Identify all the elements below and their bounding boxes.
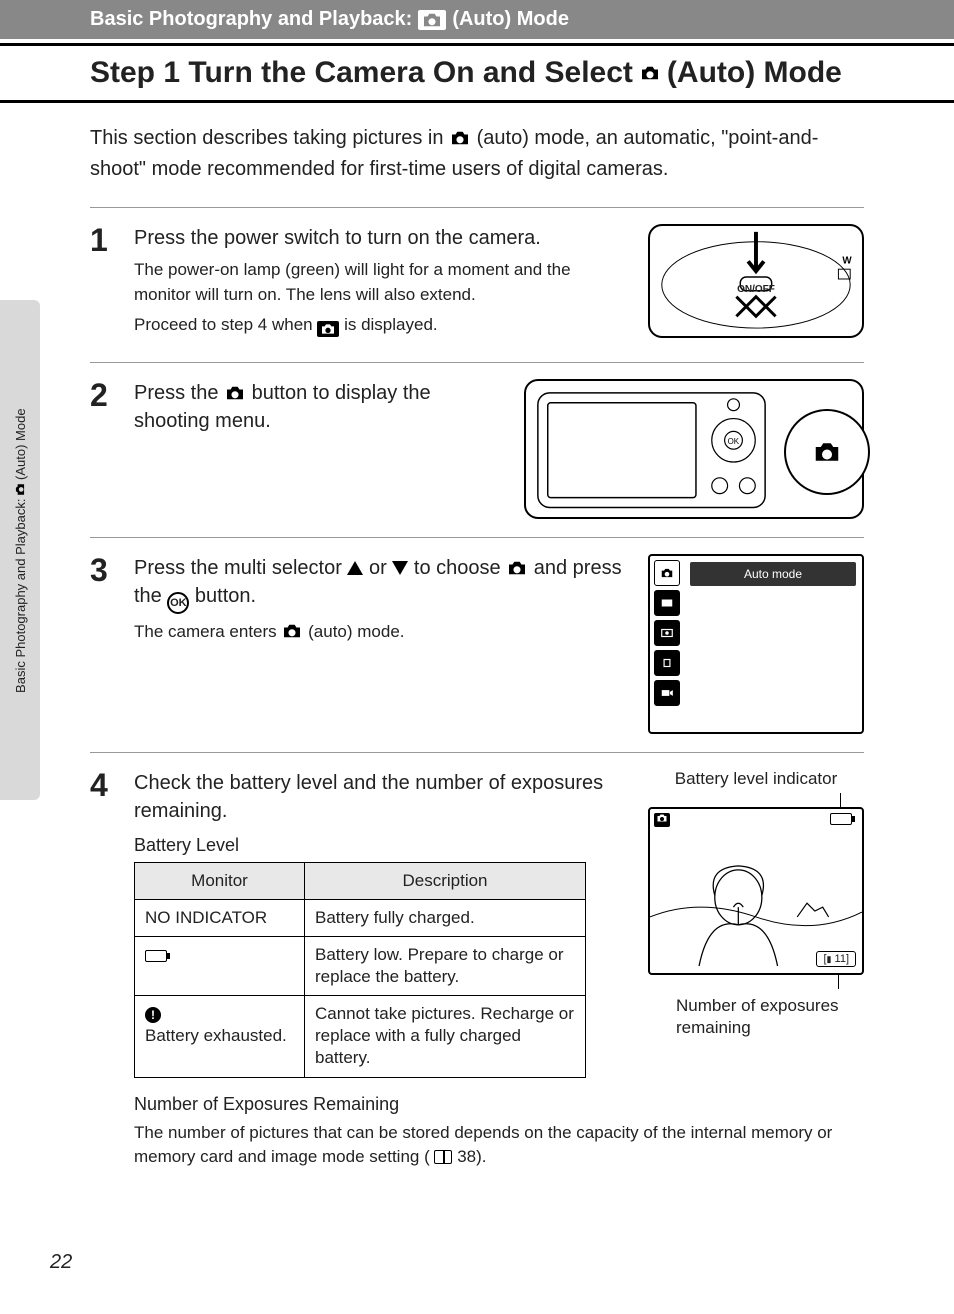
step3-heading: Press the multi selector or to choose an… bbox=[134, 554, 630, 614]
camera-icon bbox=[317, 321, 339, 337]
warning-icon: ! bbox=[145, 1007, 161, 1023]
exposures-heading: Number of Exposures Remaining bbox=[134, 1094, 864, 1115]
step-1: 1 Press the power switch to turn on the … bbox=[90, 207, 864, 362]
camera-icon bbox=[506, 560, 528, 576]
step-number: 1 bbox=[90, 224, 134, 344]
camera-icon bbox=[224, 385, 246, 401]
step-4: 4 Check the battery level and the number… bbox=[90, 752, 864, 1194]
step-number: 2 bbox=[90, 379, 134, 519]
mode-anti-shake-icon bbox=[654, 650, 680, 676]
page-number: 22 bbox=[50, 1251, 72, 1274]
camera-icon bbox=[281, 623, 303, 639]
step2-heading: Press the button to display the shooting… bbox=[134, 379, 506, 435]
step1-sub1: The power-on lamp (green) will light for… bbox=[134, 258, 630, 307]
triangle-up-icon bbox=[347, 561, 363, 575]
exposures-remaining: [▮ 11] bbox=[816, 951, 856, 967]
leader-line bbox=[840, 793, 841, 807]
ok-icon: OK bbox=[167, 592, 189, 614]
step-number: 3 bbox=[90, 554, 134, 734]
side-tab: Basic Photography and Playback: (Auto) M… bbox=[0, 300, 40, 800]
step-2: 2 Press the button to display the shooti… bbox=[90, 362, 864, 537]
battery-low-icon bbox=[145, 950, 167, 962]
table-header-monitor: Monitor bbox=[135, 862, 305, 899]
onoff-label: ON/OFF bbox=[737, 284, 775, 295]
step4-figure: [▮ 11] bbox=[648, 807, 864, 975]
chapter-header: Basic Photography and Playback: (Auto) M… bbox=[0, 0, 954, 39]
title-prefix: Step 1 Turn the Camera On and Select bbox=[90, 56, 633, 90]
battery-indicator-label: Battery level indicator bbox=[648, 769, 864, 789]
triangle-down-icon bbox=[392, 561, 408, 575]
header-prefix: Basic Photography and Playback: bbox=[90, 8, 412, 31]
svg-text:W: W bbox=[842, 255, 852, 266]
step-3: 3 Press the multi selector or to choose … bbox=[90, 537, 864, 752]
mode-auto-icon bbox=[654, 560, 680, 586]
mode-label: Auto mode bbox=[690, 562, 856, 586]
step1-heading: Press the power switch to turn on the ca… bbox=[134, 224, 630, 252]
exposures-body: The number of pictures that can be store… bbox=[134, 1121, 864, 1170]
header-suffix: (Auto) Mode bbox=[452, 8, 569, 31]
mode-movie-icon bbox=[654, 680, 680, 706]
page-title: Step 1 Turn the Camera On and Select (Au… bbox=[0, 43, 954, 103]
step3-figure: Auto mode bbox=[648, 554, 864, 734]
battery-table: Monitor Description NO INDICATOR Battery… bbox=[134, 862, 586, 1078]
table-header-description: Description bbox=[305, 862, 586, 899]
manual-reference-icon bbox=[434, 1150, 452, 1164]
leader-line bbox=[838, 975, 839, 989]
mode-scene-icon bbox=[654, 590, 680, 616]
camera-icon bbox=[449, 130, 471, 146]
step4-heading: Check the battery level and the number o… bbox=[134, 769, 630, 825]
step3-sub: The camera enters (auto) mode. bbox=[134, 620, 630, 645]
table-row: Battery low. Prepare to charge or replac… bbox=[135, 937, 586, 996]
table-row: ! Battery exhausted. Cannot take picture… bbox=[135, 996, 586, 1077]
step1-sub2: Proceed to step 4 when is displayed. bbox=[134, 313, 630, 338]
title-suffix: (Auto) Mode bbox=[667, 56, 842, 90]
table-row: NO INDICATOR Battery fully charged. bbox=[135, 900, 586, 937]
mode-smart-icon bbox=[654, 620, 680, 646]
camera-icon bbox=[418, 10, 446, 30]
camera-icon bbox=[639, 65, 661, 81]
step-number: 4 bbox=[90, 769, 134, 1176]
intro-paragraph: This section describes taking pictures i… bbox=[90, 123, 864, 185]
step1-figure: W ON/OFF bbox=[648, 224, 864, 338]
exposures-remaining-label: Number of exposures remaining bbox=[676, 995, 864, 1039]
battery-level-heading: Battery Level bbox=[134, 835, 630, 856]
svg-text:OK: OK bbox=[728, 437, 740, 446]
step2-figure: OK bbox=[524, 379, 864, 519]
